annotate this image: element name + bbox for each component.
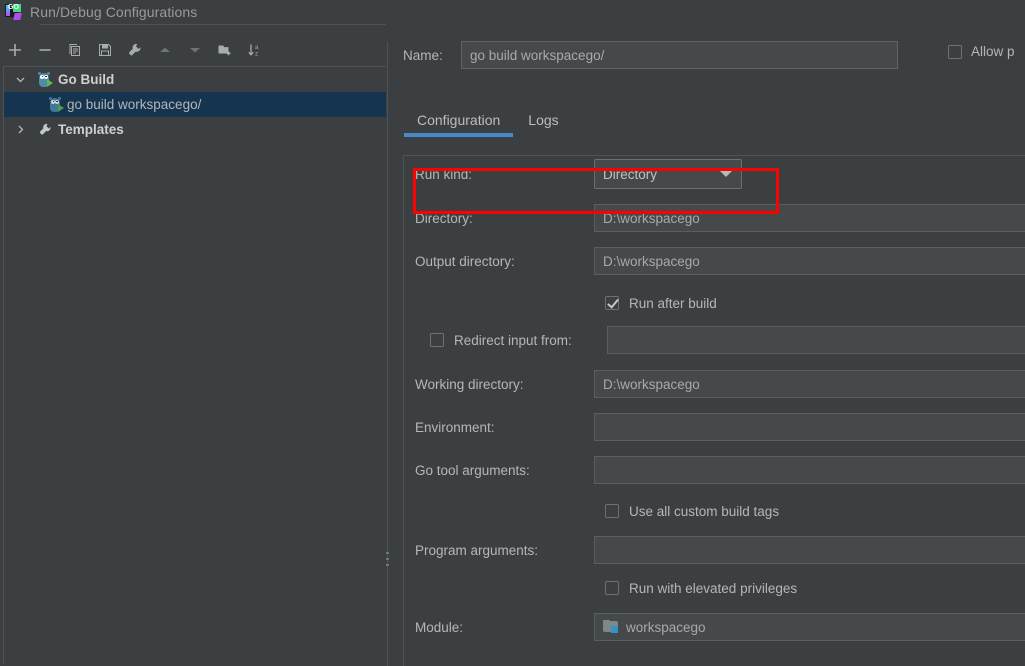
folder-add-icon[interactable] — [210, 37, 240, 63]
run-with-elevated-privileges-checkbox[interactable]: Run with elevated privileges — [404, 573, 1025, 603]
tab-logs[interactable]: Logs — [514, 108, 572, 140]
working-directory-input[interactable]: D:\workspacego — [594, 370, 1025, 398]
field-row-module: Module: workspacego — [404, 609, 1025, 645]
use-all-custom-build-tags-checkbox[interactable]: Use all custom build tags — [404, 496, 1025, 526]
tree-item-go-build-workspacego[interactable]: go build workspacego/ — [4, 92, 388, 117]
gopher-run-icon — [48, 96, 64, 113]
field-row-working-directory: Working directory: D:\workspacego — [404, 366, 1025, 402]
name-row: Name: go build workspacego/ — [403, 40, 1025, 70]
go-tool-arguments-label: Go tool arguments: — [415, 462, 530, 478]
tab-configuration[interactable]: Configuration — [403, 108, 514, 140]
module-value: workspacego — [626, 619, 706, 635]
working-directory-label: Working directory: — [415, 376, 524, 392]
field-row-go-tool-arguments: Go tool arguments: — [404, 452, 1025, 488]
tree-item-label: go build workspacego/ — [67, 97, 202, 112]
tree-item-label: Go Build — [58, 72, 115, 87]
directory-label: Directory: — [415, 210, 473, 226]
configuration-form: Run kind: Directory Directory: D:\worksp… — [403, 155, 1025, 666]
svg-text:z: z — [255, 52, 258, 58]
gopher-run-icon — [37, 71, 53, 88]
field-row-redirect-input: Redirect input from: — [404, 322, 1025, 358]
sort-az-icon[interactable]: a z — [240, 37, 270, 63]
module-folder-icon — [603, 620, 619, 634]
run-after-build-label: Run after build — [629, 295, 717, 311]
run-after-build-checkbox[interactable]: Run after build — [404, 288, 1025, 318]
directory-input[interactable]: D:\workspacego — [594, 204, 1025, 232]
redirect-input-checkbox[interactable] — [430, 333, 444, 347]
field-row-program-arguments: Program arguments: — [404, 532, 1025, 568]
configurations-panel: a z Go Build go build workspacego/ Templ… — [0, 24, 388, 666]
details-tabs: Configuration Logs — [403, 108, 573, 142]
output-directory-input[interactable]: D:\workspacego — [594, 247, 1025, 275]
program-arguments-label: Program arguments: — [415, 542, 539, 558]
run-kind-combobox[interactable]: Directory — [594, 159, 742, 189]
run-with-elevated-privileges-label: Run with elevated privileges — [629, 580, 798, 596]
program-arguments-input[interactable] — [594, 536, 1025, 564]
go-tool-arguments-input[interactable] — [594, 456, 1025, 484]
checkbox-box[interactable] — [605, 296, 619, 310]
module-combobox[interactable]: workspacego — [594, 613, 1025, 641]
title-bar: GO Run/Debug Configurations — [0, 0, 1025, 24]
checkbox-box[interactable] — [605, 504, 619, 518]
chevron-right-icon[interactable] — [12, 122, 28, 138]
configuration-details-panel: Name: go build workspacego/ Allow p Conf… — [389, 24, 1025, 666]
configurations-tree[interactable]: Go Build go build workspacego/ Templates — [3, 66, 388, 664]
wrench-icon[interactable] — [120, 37, 150, 63]
allow-parallel-run-label: Allow p — [971, 44, 1015, 59]
tree-item-templates[interactable]: Templates — [4, 117, 388, 142]
redirect-input-field[interactable] — [607, 326, 1025, 354]
chevron-down-icon[interactable] — [12, 72, 28, 88]
save-icon[interactable] — [90, 37, 120, 63]
arrow-up-icon[interactable] — [150, 37, 180, 63]
title-separator — [40, 24, 388, 25]
tree-item-label: Templates — [58, 122, 124, 137]
environment-input[interactable] — [594, 413, 1025, 441]
allow-parallel-run-checkbox[interactable]: Allow p — [948, 44, 1025, 59]
name-label: Name: — [403, 47, 443, 63]
wrench-icon — [37, 122, 53, 138]
run-kind-value: Directory — [603, 166, 658, 182]
checkbox-box[interactable] — [948, 44, 962, 59]
tree-item-go-build[interactable]: Go Build — [4, 67, 388, 92]
field-row-run-kind: Run kind: Directory — [404, 156, 1025, 192]
window-title: Run/Debug Configurations — [30, 4, 198, 20]
name-input[interactable]: go build workspacego/ — [461, 41, 898, 69]
svg-text:a: a — [255, 45, 259, 51]
field-row-directory: Directory: D:\workspacego — [404, 200, 1025, 236]
field-row-output-directory: Output directory: D:\workspacego — [404, 243, 1025, 279]
minus-icon[interactable] — [30, 37, 60, 63]
plus-icon[interactable] — [0, 37, 30, 63]
output-directory-label: Output directory: — [415, 253, 515, 269]
copy-icon[interactable] — [60, 37, 90, 63]
configurations-toolbar: a z — [0, 36, 388, 64]
field-row-environment: Environment: — [404, 409, 1025, 445]
chevron-down-icon[interactable] — [720, 171, 732, 177]
arrow-down-icon[interactable] — [180, 37, 210, 63]
checkbox-box[interactable] — [605, 581, 619, 595]
redirect-input-label: Redirect input from: — [454, 332, 572, 348]
run-kind-label: Run kind: — [415, 166, 473, 182]
environment-label: Environment: — [415, 419, 495, 435]
use-all-custom-build-tags-label: Use all custom build tags — [629, 503, 780, 519]
module-label: Module: — [415, 619, 464, 635]
goland-icon: GO — [5, 4, 22, 20]
run-debug-configurations-dialog: GO Run/Debug Configurations a z Go Build… — [0, 0, 1025, 666]
